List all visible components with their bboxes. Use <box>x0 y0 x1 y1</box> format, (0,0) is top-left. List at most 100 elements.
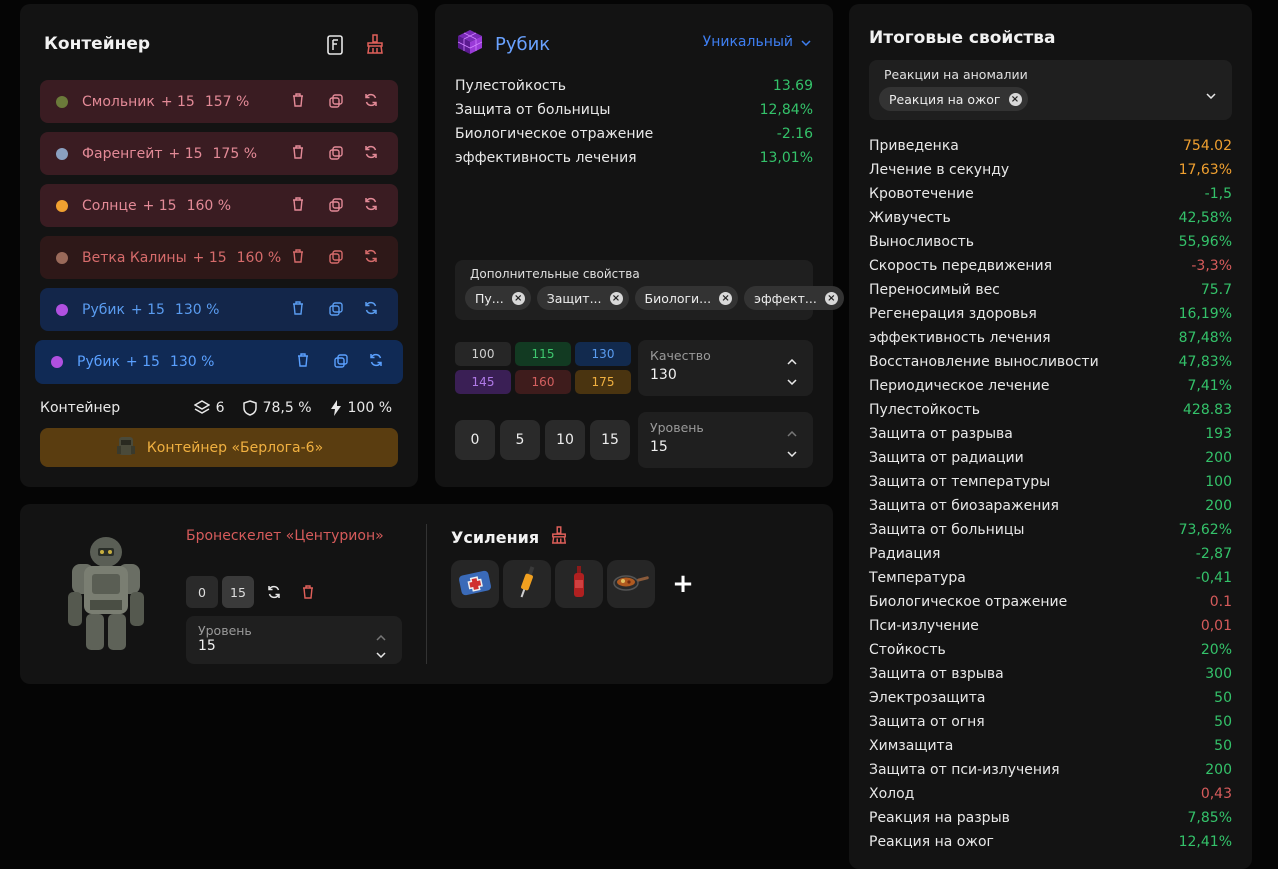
refresh-icon[interactable] <box>364 197 380 213</box>
artifact-row[interactable]: Рубик + 15 130 % <box>35 340 403 384</box>
stat-value: 428.83 <box>1183 402 1232 418</box>
refresh-icon[interactable] <box>369 353 385 369</box>
quality-label: Качество <box>650 348 711 363</box>
armor-level-select[interactable]: Уровень 15 <box>186 616 402 664</box>
container-select-button[interactable]: Контейнер «Берлога-6» <box>40 428 398 467</box>
quality-option[interactable]: 160 <box>515 370 571 394</box>
trash-icon[interactable] <box>292 249 308 265</box>
refresh-icon[interactable] <box>258 576 290 608</box>
shield-icon <box>242 400 257 416</box>
container-summary: Контейнер 6 78,5 % 100 % <box>40 400 392 420</box>
trash-icon[interactable] <box>292 93 308 109</box>
efficiency-value: 100 % <box>347 400 392 416</box>
close-icon[interactable]: × <box>824 291 838 305</box>
boosts-title: Усиления <box>451 527 540 547</box>
chevron-up-icon[interactable] <box>787 422 797 441</box>
artifact-row[interactable]: Рубик + 15 130 % <box>40 288 398 331</box>
stat-value: 0,01 <box>1200 618 1232 634</box>
copy-icon[interactable] <box>328 197 344 213</box>
close-icon[interactable]: × <box>609 291 623 305</box>
stat-value: 7,41% <box>1187 378 1232 394</box>
trash-icon[interactable] <box>292 145 308 161</box>
quality-option[interactable]: 100 <box>455 342 511 366</box>
chevron-down-icon[interactable] <box>787 370 797 389</box>
trash-icon[interactable] <box>292 197 308 213</box>
chevron-up-icon[interactable] <box>787 350 797 369</box>
boost-syringe[interactable] <box>503 560 551 608</box>
quality-option[interactable]: 115 <box>515 342 571 366</box>
artifact-property-row: эффективность лечения 13,01% <box>455 146 813 170</box>
stat-label: Защита от больницы <box>869 522 1025 538</box>
property-value: 12,84% <box>759 102 813 118</box>
artifact-row[interactable]: Фаренгейт + 15 175 % <box>40 132 398 175</box>
close-icon[interactable]: × <box>719 291 733 305</box>
armor-level-0-button[interactable]: 0 <box>186 576 218 608</box>
extra-property-chip[interactable]: Биологи... × <box>634 286 739 310</box>
stat-value: 55,96% <box>1178 234 1232 250</box>
copy-icon[interactable] <box>328 145 344 161</box>
rubik-artifact-icon <box>455 28 485 61</box>
broom-icon[interactable] <box>366 34 384 54</box>
trash-icon[interactable] <box>294 576 322 608</box>
copy-icon[interactable] <box>328 93 344 109</box>
refresh-icon[interactable] <box>364 249 380 265</box>
refresh-icon[interactable] <box>364 145 380 161</box>
refresh-icon[interactable] <box>364 301 380 317</box>
rarity-dropdown[interactable]: Уникальный <box>703 34 811 50</box>
extra-property-chip[interactable]: Защит... × <box>536 286 629 310</box>
reaction-chip[interactable]: Реакция на ожог × <box>879 87 1028 111</box>
level-quick-button[interactable]: 15 <box>590 420 630 460</box>
total-stat-row: Живучесть 42,58% <box>869 206 1232 230</box>
property-value: -2.16 <box>776 126 813 142</box>
extra-properties-select[interactable]: Дополнительные свойства Пу... × Защит... × Б… <box>455 260 844 320</box>
boost-bottle[interactable] <box>555 560 603 608</box>
level-label: Уровень <box>650 420 704 435</box>
stat-value: -2,87 <box>1195 546 1232 562</box>
artifact-row[interactable]: Солнце + 15 160 % <box>40 184 398 227</box>
quality-option[interactable]: 130 <box>575 342 631 366</box>
stat-label: Биологическое отражение <box>869 594 1068 610</box>
total-stat-row: Холод 0,43 <box>869 782 1232 806</box>
artifact-row[interactable]: Смольник + 15 157 % <box>40 80 398 123</box>
document-icon[interactable] <box>326 35 344 55</box>
level-quick-button[interactable]: 0 <box>455 420 495 460</box>
trash-icon[interactable] <box>297 353 313 369</box>
quality-option[interactable]: 145 <box>455 370 511 394</box>
fahrenheit-artifact-icon <box>54 146 70 162</box>
boost-food[interactable] <box>607 560 655 608</box>
close-icon[interactable]: × <box>1008 92 1022 106</box>
anomaly-reactions-select[interactable]: Реакции на аномалии Реакция на ожог × <box>869 60 1232 120</box>
frying-pan-icon <box>612 570 650 598</box>
trash-icon[interactable] <box>292 301 308 317</box>
broom-icon[interactable] <box>551 526 567 548</box>
chevron-down-icon[interactable] <box>1206 84 1216 103</box>
copy-icon[interactable] <box>328 249 344 265</box>
stat-label: Температура <box>869 570 966 586</box>
extra-property-chip[interactable]: Пу... × <box>465 286 531 310</box>
level-value: 15 <box>650 439 668 455</box>
chevron-down-icon[interactable] <box>787 442 797 461</box>
level-select[interactable]: Уровень 15 <box>638 412 813 468</box>
stat-value: -0,41 <box>1195 570 1232 586</box>
copy-icon[interactable] <box>333 353 349 369</box>
quality-select[interactable]: Качество 130 <box>638 340 813 396</box>
quality-option[interactable]: 175 <box>575 370 631 394</box>
stat-value: 42,58% <box>1178 210 1232 226</box>
armor-level-15-button[interactable]: 15 <box>222 576 254 608</box>
copy-icon[interactable] <box>328 301 344 317</box>
vertical-divider <box>426 524 427 664</box>
close-icon[interactable]: × <box>511 291 525 305</box>
chevron-down-icon[interactable] <box>376 643 386 662</box>
level-quick-button[interactable]: 10 <box>545 420 585 460</box>
extra-property-chip[interactable]: эффект... × <box>744 286 844 310</box>
total-stat-row: Пулестойкость 428.83 <box>869 398 1232 422</box>
chip-label: эффект... <box>754 290 817 306</box>
stat-value: 47,83% <box>1178 354 1232 370</box>
level-quick-button[interactable]: 5 <box>500 420 540 460</box>
artifact-row[interactable]: Ветка Калины + 15 160 % <box>40 236 398 279</box>
boost-medkit[interactable] <box>451 560 499 608</box>
bottle-icon <box>571 564 587 604</box>
refresh-icon[interactable] <box>364 93 380 109</box>
add-boost-button[interactable]: + <box>659 560 707 608</box>
armor-level-controls: 0 15 <box>186 576 322 608</box>
